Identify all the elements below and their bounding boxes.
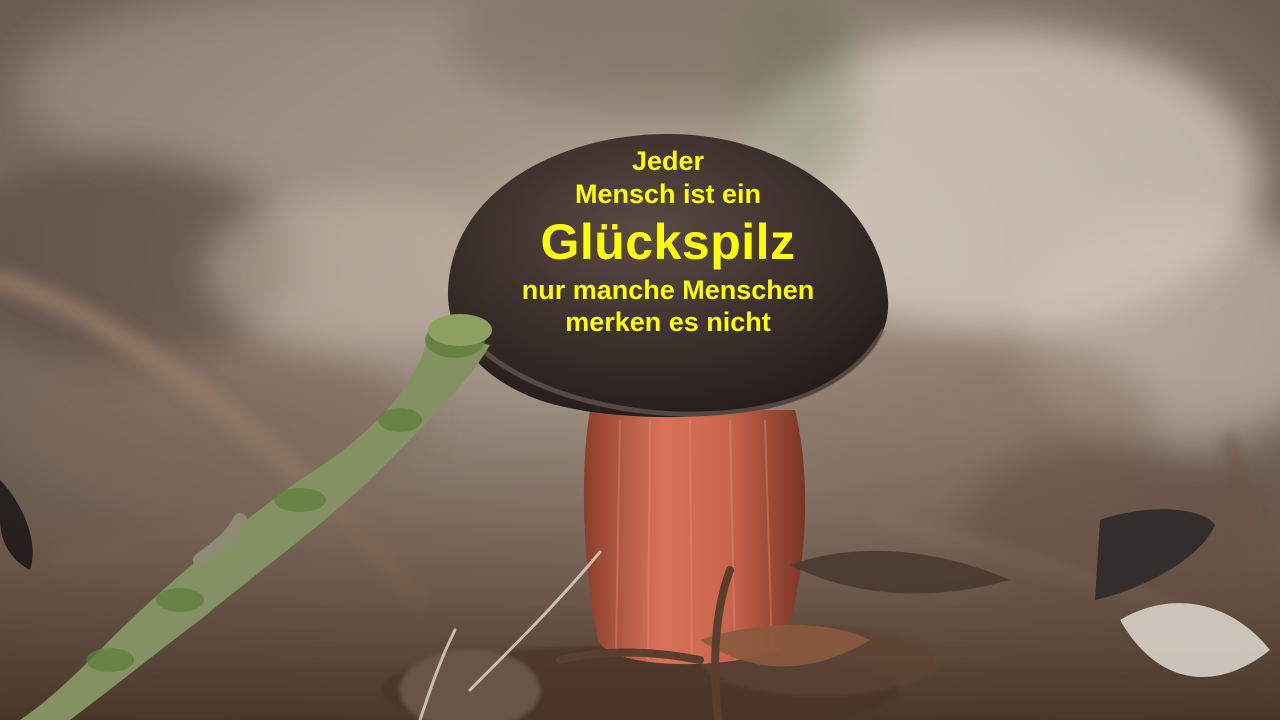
quote-line-2: Mensch ist ein [574,179,762,209]
quote-headline: Glückspilz [540,214,796,270]
quote-line-1: Jeder [631,146,705,176]
slide: Jeder Mensch ist ein Glückspilz nur manc… [0,0,1280,720]
quote-line-4: nur manche Menschen [521,275,815,305]
quote-text: Jeder Mensch ist ein Glückspilz nur manc… [440,140,896,380]
quote-line-5: merken es nicht [565,307,771,337]
